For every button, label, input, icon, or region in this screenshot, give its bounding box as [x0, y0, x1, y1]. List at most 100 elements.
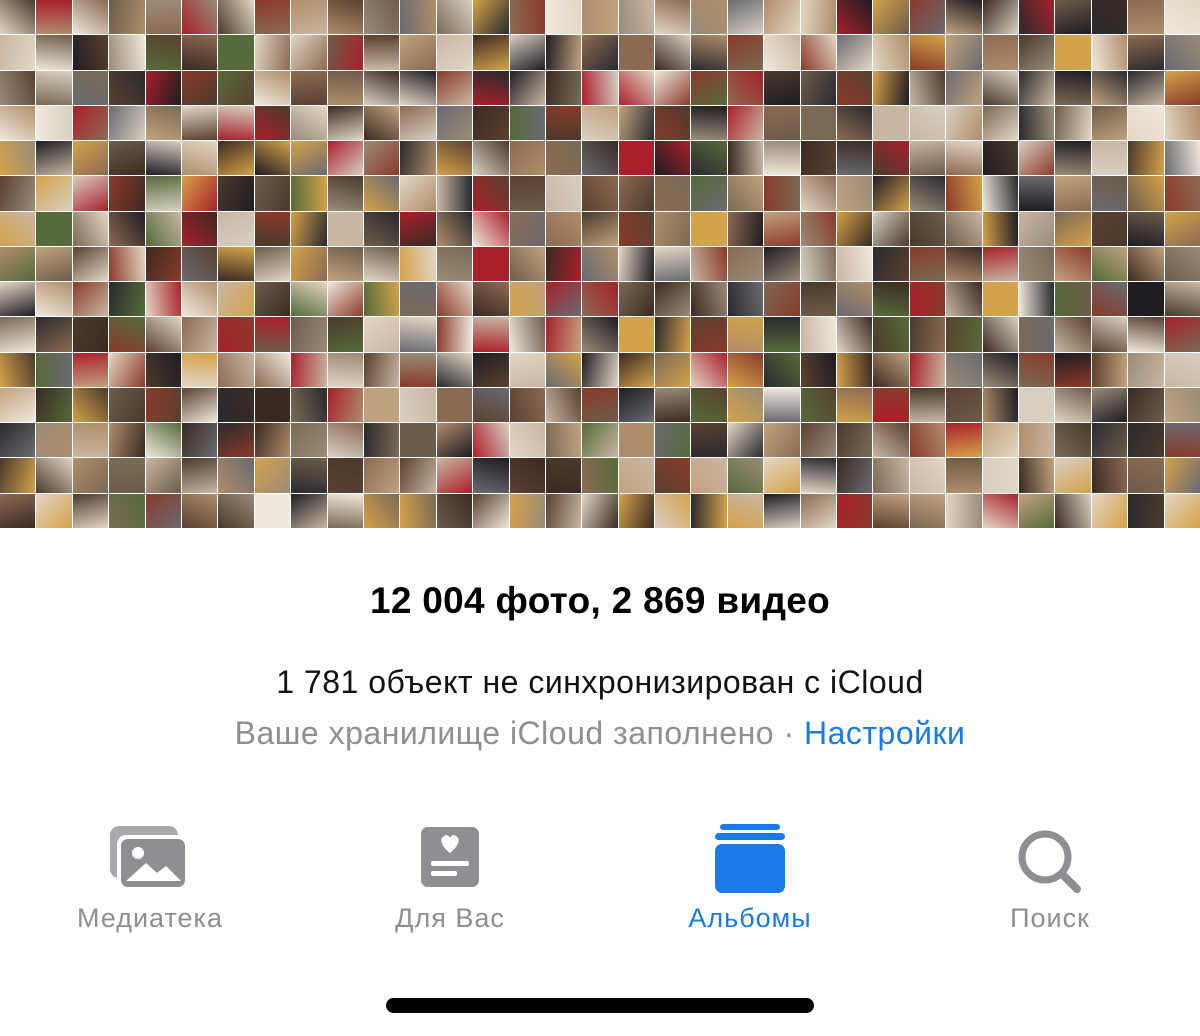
- photo-thumbnail[interactable]: [655, 105, 691, 141]
- photo-thumbnail[interactable]: [655, 423, 691, 458]
- photo-thumbnail[interactable]: [181, 493, 218, 528]
- photo-thumbnail[interactable]: [218, 458, 254, 493]
- photo-thumbnail[interactable]: [727, 35, 764, 70]
- photo-thumbnail[interactable]: [909, 70, 946, 105]
- photo-thumbnail[interactable]: [764, 141, 800, 176]
- photo-thumbnail[interactable]: [254, 246, 291, 282]
- photo-thumbnail[interactable]: [473, 211, 509, 246]
- photo-thumbnail[interactable]: [800, 141, 837, 176]
- photo-thumbnail[interactable]: [800, 176, 837, 211]
- photo-thumbnail[interactable]: [327, 70, 363, 105]
- photo-thumbnail[interactable]: [982, 105, 1019, 141]
- photo-thumbnail[interactable]: [909, 387, 946, 423]
- photo-thumbnail[interactable]: [873, 493, 909, 528]
- photo-thumbnail[interactable]: [254, 423, 291, 458]
- photo-thumbnail[interactable]: [655, 0, 691, 35]
- photo-thumbnail[interactable]: [291, 246, 327, 282]
- photo-thumbnail[interactable]: [946, 458, 982, 493]
- photo-thumbnail[interactable]: [0, 282, 36, 317]
- photo-thumbnail[interactable]: [145, 423, 181, 458]
- photo-thumbnail[interactable]: [1019, 70, 1055, 105]
- photo-thumbnail[interactable]: [400, 423, 436, 458]
- photo-thumbnail[interactable]: [36, 141, 72, 176]
- photo-thumbnail[interactable]: [727, 0, 764, 35]
- photo-thumbnail[interactable]: [0, 211, 36, 246]
- photo-thumbnail[interactable]: [72, 35, 109, 70]
- photo-thumbnail[interactable]: [582, 423, 618, 458]
- photo-thumbnail[interactable]: [36, 423, 72, 458]
- photo-thumbnail[interactable]: [1091, 317, 1128, 352]
- photo-thumbnail[interactable]: [800, 423, 837, 458]
- photo-thumbnail[interactable]: [400, 493, 436, 528]
- photo-thumbnail[interactable]: [181, 141, 218, 176]
- photo-thumbnail[interactable]: [145, 387, 181, 423]
- photo-thumbnail[interactable]: [327, 176, 363, 211]
- photo-thumbnail[interactable]: [436, 387, 473, 423]
- photo-thumbnail[interactable]: [582, 282, 618, 317]
- photo-thumbnail[interactable]: [109, 141, 145, 176]
- photo-thumbnail[interactable]: [1128, 246, 1164, 282]
- photo-thumbnail[interactable]: [36, 387, 72, 423]
- photo-thumbnail[interactable]: [982, 176, 1019, 211]
- photo-thumbnail[interactable]: [1164, 211, 1200, 246]
- photo-thumbnail[interactable]: [363, 423, 400, 458]
- photo-thumbnail[interactable]: [327, 141, 363, 176]
- photo-thumbnail[interactable]: [655, 141, 691, 176]
- photo-thumbnail[interactable]: [145, 176, 181, 211]
- photo-thumbnail[interactable]: [909, 423, 946, 458]
- photo-thumbnail[interactable]: [582, 70, 618, 105]
- photo-thumbnail[interactable]: [1055, 458, 1091, 493]
- photo-thumbnail[interactable]: [363, 211, 400, 246]
- photo-thumbnail[interactable]: [1164, 282, 1200, 317]
- photo-thumbnail[interactable]: [145, 0, 181, 35]
- photo-thumbnail[interactable]: [1055, 246, 1091, 282]
- photo-thumbnail[interactable]: [837, 35, 873, 70]
- photo-thumbnail[interactable]: [218, 246, 254, 282]
- photo-thumbnail[interactable]: [1128, 317, 1164, 352]
- photo-thumbnail[interactable]: [473, 35, 509, 70]
- photo-thumbnail[interactable]: [473, 141, 509, 176]
- photo-thumbnail[interactable]: [1091, 105, 1128, 141]
- photo-thumbnail[interactable]: [545, 141, 582, 176]
- photo-thumbnail[interactable]: [109, 458, 145, 493]
- photo-thumbnail[interactable]: [764, 493, 800, 528]
- photo-thumbnail[interactable]: [36, 176, 72, 211]
- photo-thumbnail[interactable]: [254, 35, 291, 70]
- photo-thumbnail[interactable]: [982, 246, 1019, 282]
- photo-thumbnail[interactable]: [837, 387, 873, 423]
- photo-thumbnail[interactable]: [0, 246, 36, 282]
- photo-thumbnail[interactable]: [254, 211, 291, 246]
- photo-thumbnail[interactable]: [1091, 246, 1128, 282]
- photo-thumbnail[interactable]: [1019, 211, 1055, 246]
- photo-thumbnail[interactable]: [582, 387, 618, 423]
- photo-thumbnail[interactable]: [509, 35, 545, 70]
- photo-thumbnail[interactable]: [291, 423, 327, 458]
- photo-thumbnail[interactable]: [327, 387, 363, 423]
- photo-thumbnail[interactable]: [1128, 211, 1164, 246]
- photo-thumbnail[interactable]: [873, 176, 909, 211]
- photo-thumbnail[interactable]: [764, 176, 800, 211]
- photo-thumbnail[interactable]: [545, 387, 582, 423]
- photo-thumbnail[interactable]: [618, 35, 655, 70]
- photo-thumbnail[interactable]: [1164, 176, 1200, 211]
- photo-thumbnail[interactable]: [218, 70, 254, 105]
- photo-thumbnail[interactable]: [145, 141, 181, 176]
- photo-thumbnail[interactable]: [218, 317, 254, 352]
- photo-thumbnail[interactable]: [72, 211, 109, 246]
- photo-thumbnail[interactable]: [873, 387, 909, 423]
- photo-thumbnail[interactable]: [400, 141, 436, 176]
- photo-thumbnail[interactable]: [873, 352, 909, 387]
- photo-thumbnail[interactable]: [36, 70, 72, 105]
- photo-thumbnail[interactable]: [36, 317, 72, 352]
- photo-thumbnail[interactable]: [363, 352, 400, 387]
- photo-thumbnail[interactable]: [363, 141, 400, 176]
- photo-thumbnail[interactable]: [946, 105, 982, 141]
- photo-thumbnail[interactable]: [1055, 176, 1091, 211]
- photo-thumbnail[interactable]: [1019, 493, 1055, 528]
- photo-thumbnail[interactable]: [436, 352, 473, 387]
- photo-thumbnail[interactable]: [764, 282, 800, 317]
- tab-albums[interactable]: Альбомы: [640, 815, 860, 945]
- photo-thumbnail[interactable]: [109, 105, 145, 141]
- photo-thumbnail[interactable]: [946, 423, 982, 458]
- photo-thumbnail[interactable]: [691, 0, 727, 35]
